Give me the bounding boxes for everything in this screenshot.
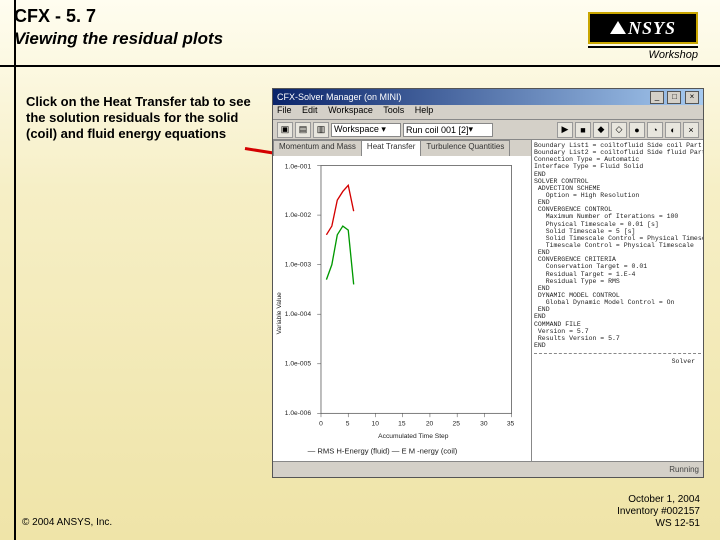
statusbar: Running: [273, 461, 703, 477]
ytick-5: 1.0e-001: [285, 163, 312, 170]
run-combo-value: Run coil 001 [2]: [406, 125, 469, 135]
copyright: © 2004 ANSYS, Inc.: [22, 517, 112, 528]
xtick-3: 15: [398, 421, 406, 428]
status-text: Running: [669, 465, 699, 474]
menu-edit[interactable]: Edit: [302, 105, 318, 115]
workarea: Momentum and Mass Heat Transfer Turbulen…: [273, 139, 703, 461]
plot-pane: Momentum and Mass Heat Transfer Turbulen…: [273, 140, 532, 461]
workspace-combo[interactable]: Workspace ▾: [331, 123, 401, 137]
xtick-5: 25: [453, 421, 461, 428]
tool-close-icon[interactable]: ×: [683, 122, 699, 138]
xtick-6: 30: [480, 421, 488, 428]
tool-open-icon[interactable]: ▤: [295, 122, 311, 138]
window-title: CFX-Solver Manager (on MINI): [277, 92, 402, 102]
tab-momentum-and-mass[interactable]: Momentum and Mass: [273, 140, 362, 156]
tool-stop-icon[interactable]: ■: [575, 122, 591, 138]
footer-right: October 1, 2004 Inventory #002157 WS 12-…: [617, 494, 700, 530]
footer-slide: WS 12-51: [617, 518, 700, 530]
plot-tabs: Momentum and Mass Heat Transfer Turbulen…: [273, 140, 531, 157]
x-axis-label: Accumulated Time Step: [378, 433, 449, 440]
ytick-4: 1.0e-002: [285, 212, 312, 219]
xtick-1: 5: [346, 421, 350, 428]
footer-inventory: Inventory #002157: [617, 506, 700, 518]
instruction-text: Click on the Heat Transfer tab to see th…: [26, 94, 251, 142]
ansys-logo-triangle-icon: [610, 21, 626, 34]
xtick-0: 0: [319, 421, 323, 428]
tab-heat-transfer[interactable]: Heat Transfer: [361, 140, 421, 156]
left-rule: [14, 0, 16, 540]
residual-chart: 1.0e-006 1.0e-005 1.0e-004 1.0e-003 1.0e…: [273, 156, 531, 461]
maximize-button[interactable]: □: [667, 91, 681, 104]
minimize-button[interactable]: _: [650, 91, 664, 104]
toolbar: ▣ ▤ ▥ Workspace ▾ Run coil 001 [2] ▾ ▶ ■…: [273, 120, 703, 140]
ansys-logo-text: NSYS: [628, 18, 676, 39]
tool-b-icon[interactable]: ◇: [611, 122, 627, 138]
tool-new-icon[interactable]: ▣: [277, 122, 293, 138]
plot-area: 1.0e-006 1.0e-005 1.0e-004 1.0e-003 1.0e…: [273, 156, 531, 461]
window-buttons: _ □ ×: [649, 91, 699, 104]
menu-help[interactable]: Help: [415, 105, 434, 115]
window-titlebar: CFX-Solver Manager (on MINI) _ □ ×: [273, 89, 703, 105]
tool-save-icon[interactable]: ▥: [313, 122, 329, 138]
tool-a-icon[interactable]: ◆: [593, 122, 609, 138]
solver-stage: Solver: [534, 358, 701, 365]
ytick-0: 1.0e-006: [285, 410, 312, 417]
menubar: File Edit Workspace Tools Help: [273, 105, 703, 120]
menu-workspace[interactable]: Workspace: [328, 105, 373, 115]
ytick-1: 1.0e-005: [285, 361, 312, 368]
run-combo[interactable]: Run coil 001 [2] ▾: [403, 123, 493, 137]
tool-run-icon[interactable]: ▶: [557, 122, 573, 138]
tab-turbulence-quantities[interactable]: Turbulence Quantities: [420, 140, 510, 156]
tool-d-icon[interactable]: ◔: [647, 122, 663, 138]
tool-e-icon[interactable]: ◐: [665, 122, 681, 138]
ytick-2: 1.0e-004: [285, 311, 312, 318]
close-button[interactable]: ×: [685, 91, 699, 104]
xtick-2: 10: [372, 421, 380, 428]
y-axis-label: Variable Value: [276, 292, 283, 335]
menu-tools[interactable]: Tools: [383, 105, 404, 115]
xtick-4: 20: [426, 421, 434, 428]
tool-c-icon[interactable]: ●: [629, 122, 645, 138]
chart-legend: — RMS H-Energy (fluid) — E M -nergy (coi…: [308, 446, 458, 455]
solver-output-separator: [534, 353, 701, 354]
xtick-7: 35: [507, 421, 515, 428]
workshop-label: Workshop: [588, 46, 698, 61]
solver-output-pane: Boundary List1 = coiltofluid Side coil P…: [532, 140, 703, 461]
solver-manager-window: CFX-Solver Manager (on MINI) _ □ × File …: [272, 88, 704, 478]
header-rule: [0, 65, 720, 67]
solver-output-text: Boundary List1 = coiltofluid Side coil P…: [534, 142, 701, 349]
footer-date: October 1, 2004: [617, 494, 700, 506]
ytick-3: 1.0e-003: [285, 262, 312, 269]
ansys-logo: NSYS: [588, 12, 698, 44]
menu-file[interactable]: File: [277, 105, 292, 115]
